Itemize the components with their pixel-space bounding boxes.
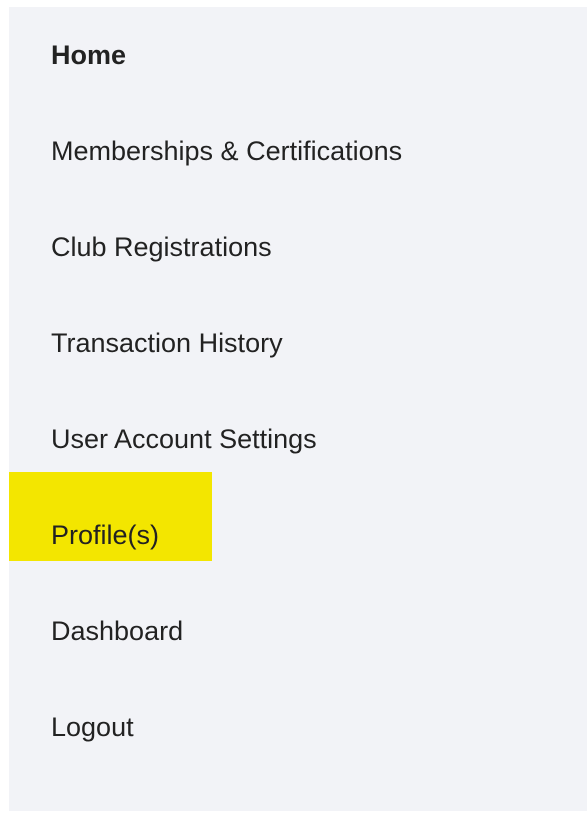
nav-item-label: Memberships & Certifications — [51, 136, 403, 166]
nav-item-club-registrations[interactable]: Club Registrations — [9, 230, 272, 264]
nav-item-transaction-history[interactable]: Transaction History — [9, 326, 283, 360]
nav-item-label: Dashboard — [51, 616, 184, 646]
nav-menu: Home Memberships & Certifications Club R… — [9, 7, 587, 811]
nav-item-label: Club Registrations — [51, 232, 272, 262]
nav-item-label: Logout — [51, 712, 134, 742]
nav-item-profiles[interactable]: Profile(s) — [9, 518, 159, 552]
nav-item-dashboard[interactable]: Dashboard — [9, 614, 183, 648]
nav-item-label: Home — [51, 40, 127, 70]
nav-item-home[interactable]: Home — [9, 38, 126, 72]
nav-item-memberships-certifications[interactable]: Memberships & Certifications — [9, 134, 402, 168]
nav-item-label: Profile(s) — [51, 520, 160, 550]
nav-item-user-account-settings[interactable]: User Account Settings — [9, 422, 317, 456]
nav-item-label: Transaction History — [51, 328, 283, 358]
nav-item-logout[interactable]: Logout — [9, 710, 134, 744]
nav-item-label: User Account Settings — [51, 424, 317, 454]
